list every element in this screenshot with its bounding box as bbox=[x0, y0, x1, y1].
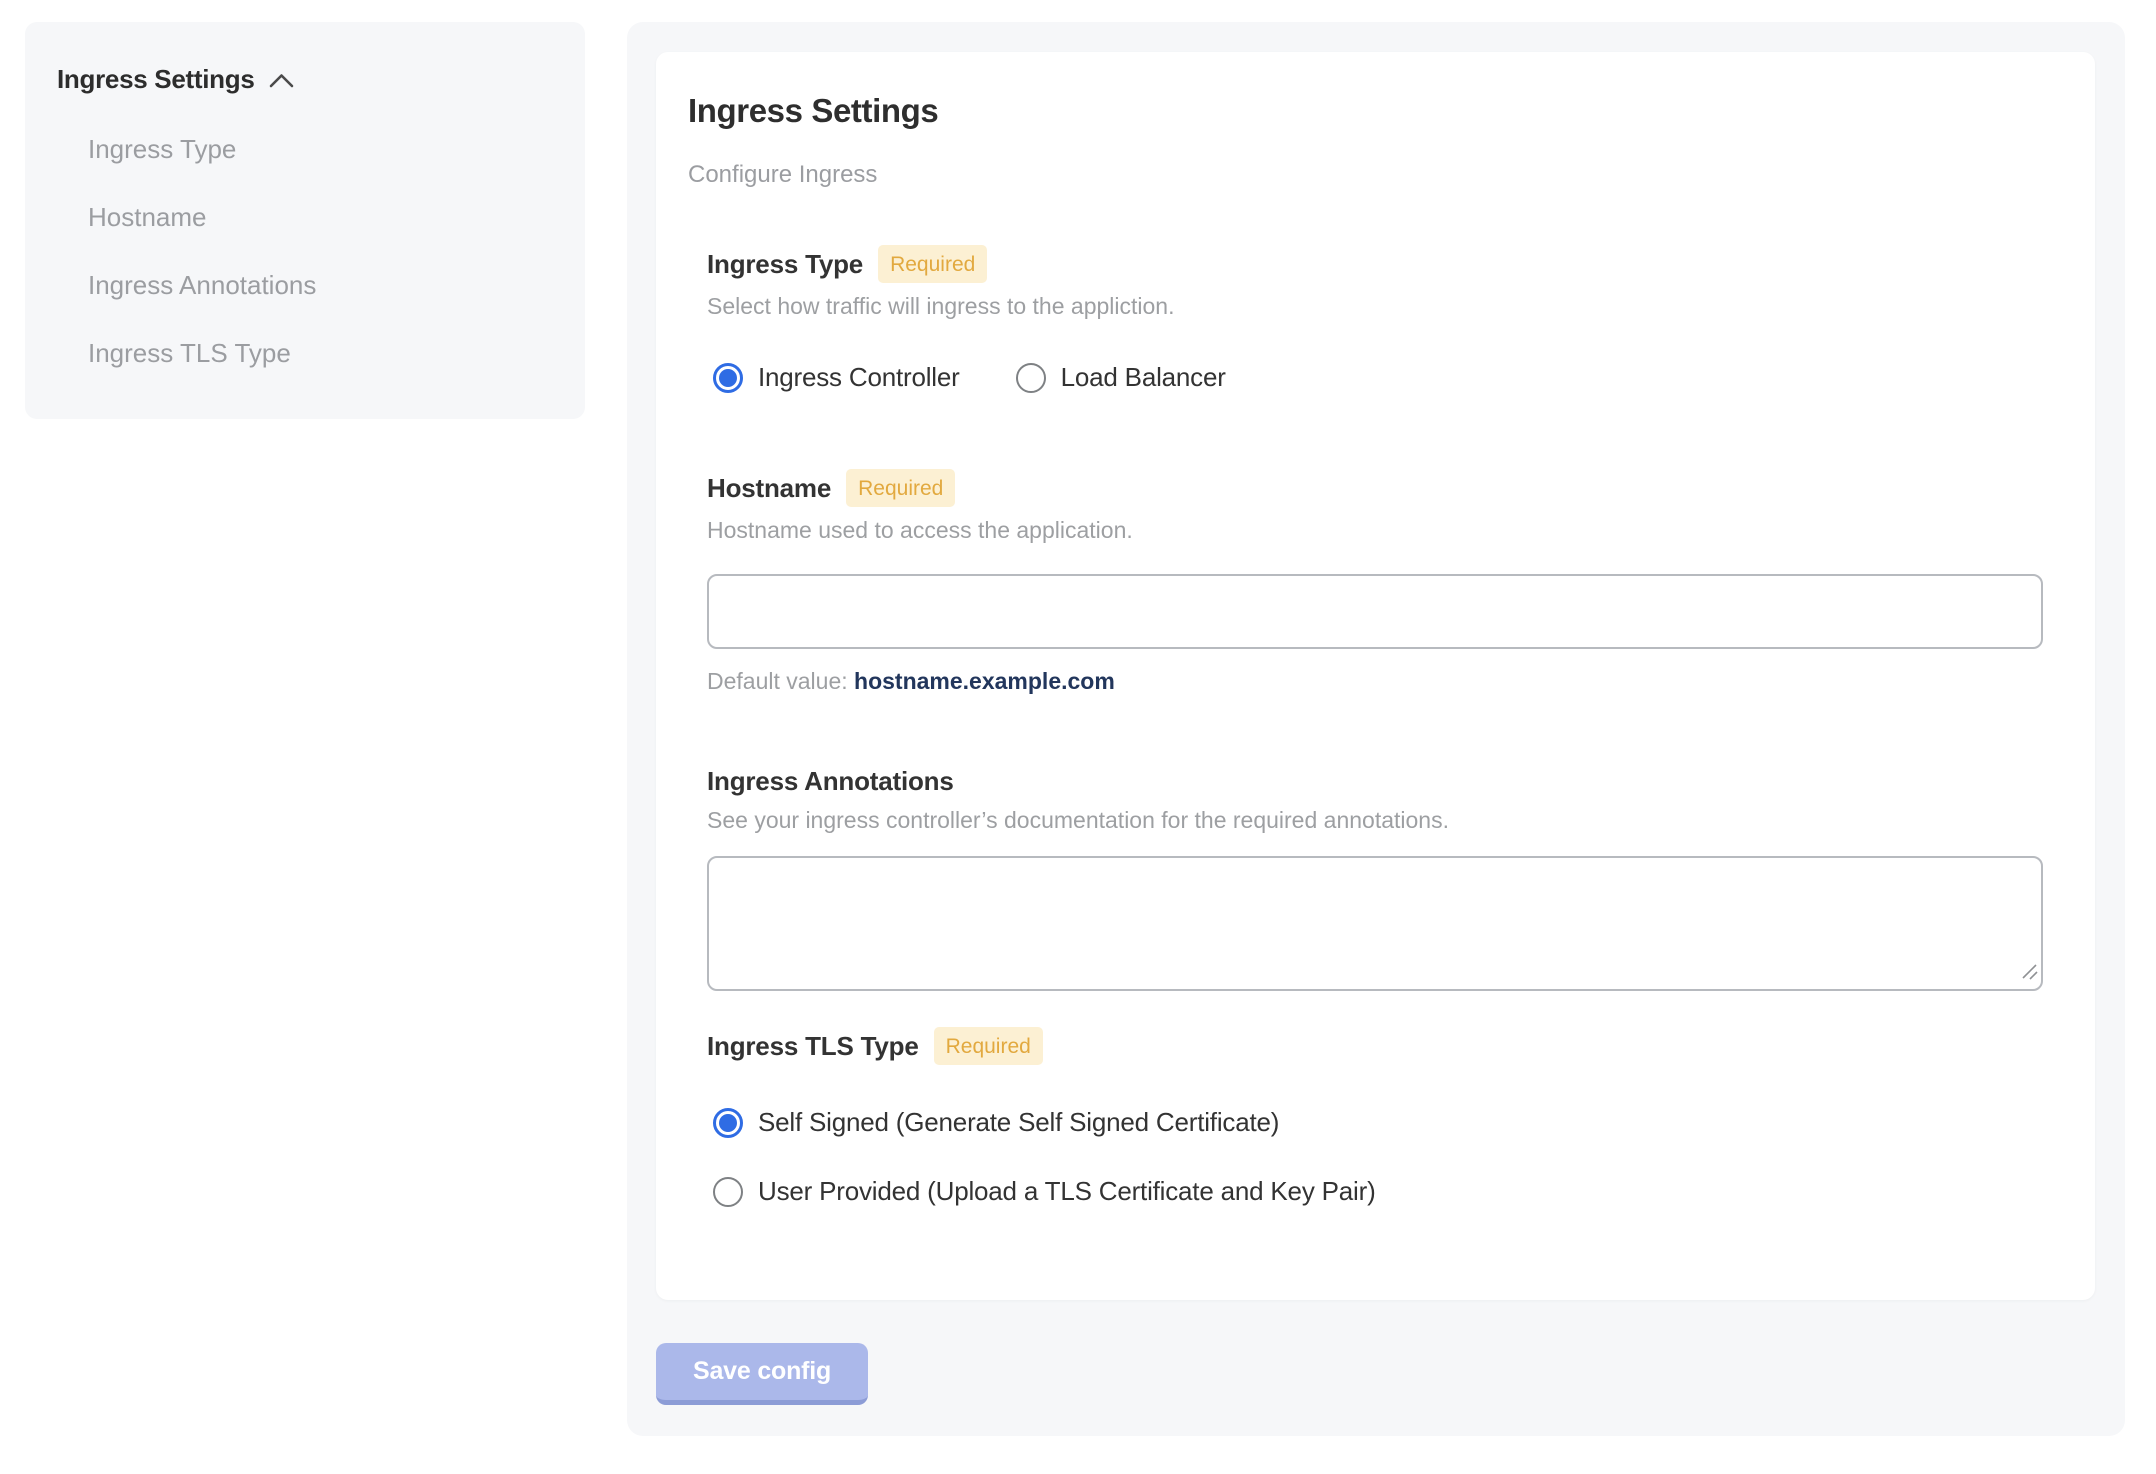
page-subtitle: Configure Ingress bbox=[688, 161, 878, 188]
radio-selected-icon[interactable] bbox=[713, 362, 743, 393]
config-nav-sidebar: Ingress Settings Ingress Type Hostname I… bbox=[25, 22, 585, 419]
hostname-label: Hostname bbox=[707, 473, 832, 503]
page-title: Ingress Settings bbox=[688, 92, 939, 129]
required-badge: Required bbox=[933, 1027, 1043, 1065]
radio-unselected-icon[interactable] bbox=[713, 1176, 743, 1207]
sidebar-item-ingress-annotations[interactable]: Ingress Annotations bbox=[88, 270, 553, 300]
sidebar-item-ingress-type[interactable]: Ingress Type bbox=[88, 134, 553, 164]
save-config-button[interactable]: Save config bbox=[656, 1343, 869, 1405]
radio-selected-icon[interactable] bbox=[713, 1107, 743, 1138]
config-item-ingress-annotations: Ingress Annotations See your ingress con… bbox=[707, 765, 2043, 991]
hostname-input[interactable] bbox=[707, 574, 2043, 649]
hostname-default-line: Default value: hostname.example.com bbox=[707, 668, 2043, 695]
sidebar-item-hostname[interactable]: Hostname bbox=[88, 202, 553, 232]
radio-option-self-signed[interactable]: Self Signed (Generate Self Signed Certif… bbox=[713, 1107, 2043, 1138]
radio-option-load-balancer[interactable]: Load Balancer bbox=[1015, 362, 1226, 393]
required-badge: Required bbox=[846, 469, 956, 507]
ingress-annotations-textarea[interactable] bbox=[707, 856, 2043, 991]
default-value-text: hostname.example.com bbox=[854, 668, 1115, 694]
resize-handle-icon[interactable] bbox=[2020, 962, 2038, 985]
required-badge: Required bbox=[878, 245, 988, 283]
config-item-hostname: Hostname Required Hostname used to acces… bbox=[707, 469, 2043, 695]
hostname-help: Hostname used to access the application. bbox=[707, 517, 1133, 543]
sidebar-group-title: Ingress Settings bbox=[57, 64, 255, 94]
sidebar-group-header[interactable]: Ingress Settings bbox=[57, 64, 553, 94]
ingress-tls-type-label: Ingress TLS Type bbox=[707, 1031, 919, 1061]
chevron-up-icon bbox=[269, 70, 294, 88]
ingress-type-help: Select how traffic will ingress to the a… bbox=[707, 293, 1175, 319]
config-card: Ingress Settings Configure Ingress Ingre… bbox=[656, 52, 2095, 1300]
ingress-type-radio-group: Ingress Controller Load Balancer bbox=[713, 362, 2043, 393]
radio-option-ingress-controller[interactable]: Ingress Controller bbox=[713, 362, 960, 393]
ingress-annotations-label: Ingress Annotations bbox=[707, 766, 954, 796]
config-area: Ingress Settings Configure Ingress Ingre… bbox=[627, 22, 2125, 1436]
ingress-tls-radio-group: Self Signed (Generate Self Signed Certif… bbox=[713, 1107, 2043, 1207]
radio-option-user-provided[interactable]: User Provided (Upload a TLS Certificate … bbox=[713, 1176, 2043, 1207]
radio-unselected-icon[interactable] bbox=[1015, 362, 1046, 393]
config-item-ingress-tls-type: Ingress TLS Type Required Self Signed (G… bbox=[707, 1027, 2043, 1207]
config-item-ingress-type: Ingress Type Required Select how traffic… bbox=[707, 245, 2043, 393]
sidebar-item-list: Ingress Type Hostname Ingress Annotation… bbox=[57, 134, 553, 368]
default-value-prefix: Default value: bbox=[707, 668, 848, 694]
ingress-annotations-help: See your ingress controller’s documentat… bbox=[707, 807, 1449, 833]
ingress-type-label: Ingress Type bbox=[707, 249, 864, 279]
sidebar-item-ingress-tls-type[interactable]: Ingress TLS Type bbox=[88, 338, 553, 368]
